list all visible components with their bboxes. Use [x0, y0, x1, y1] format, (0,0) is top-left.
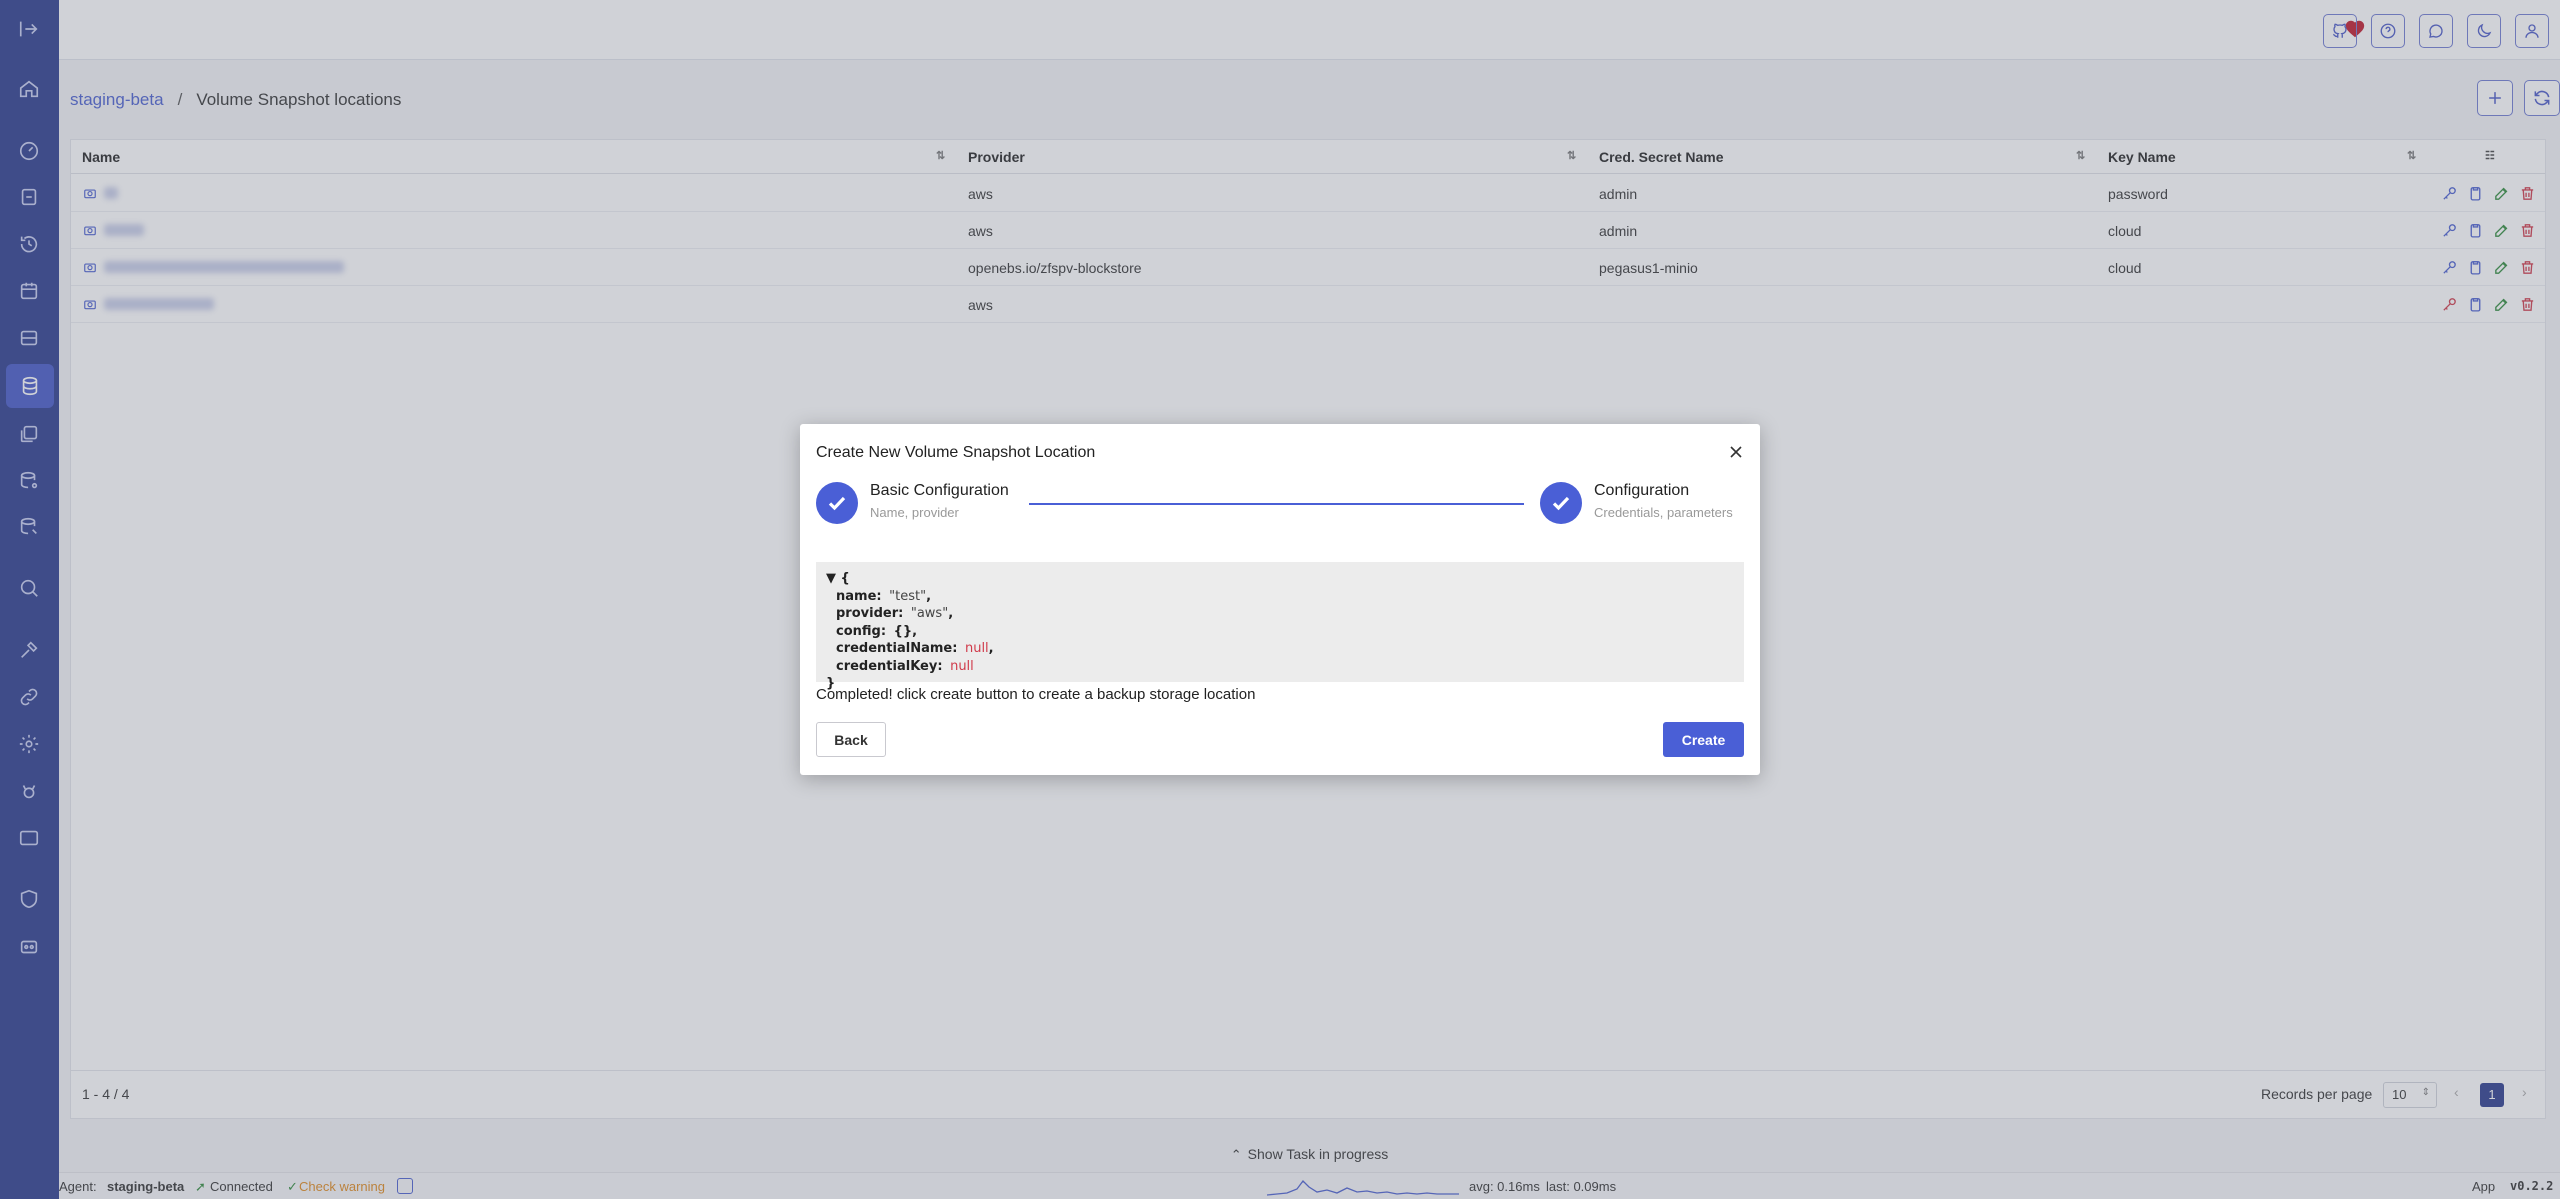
completion-message: Completed! click create button to create…	[816, 686, 1256, 703]
json-open[interactable]: ▼ {	[826, 571, 850, 586]
step1-title: Basic Configuration	[870, 482, 1009, 499]
step-connector	[1029, 503, 1524, 505]
json-preview: ▼ { name: "test", provider: "aws", confi…	[816, 562, 1744, 691]
dialog-title: Create New Volume Snapshot Location	[816, 444, 1096, 461]
step2-title: Configuration	[1594, 482, 1690, 499]
create-button[interactable]: Create	[1663, 722, 1744, 757]
step2-check-icon	[1540, 482, 1582, 524]
json-value: "aws"	[910, 606, 949, 621]
json-value: null	[950, 658, 974, 674]
json-value: null	[964, 641, 989, 656]
step1-check-icon	[816, 482, 858, 524]
json-key: name:	[836, 588, 882, 604]
json-value: {},	[893, 623, 918, 639]
json-key: credentialName:	[836, 641, 958, 656]
step1-subtitle: Name, provider	[870, 505, 959, 520]
create-location-dialog: Create New Volume Snapshot Location Basi…	[800, 424, 1760, 775]
close-icon[interactable]	[1728, 444, 1744, 460]
json-key: credentialKey:	[836, 658, 943, 674]
back-button[interactable]: Back	[816, 722, 886, 757]
json-key: provider:	[836, 606, 904, 621]
json-value: "test"	[889, 588, 927, 604]
step2-subtitle: Credentials, parameters	[1594, 505, 1733, 520]
json-key: config:	[836, 623, 887, 639]
